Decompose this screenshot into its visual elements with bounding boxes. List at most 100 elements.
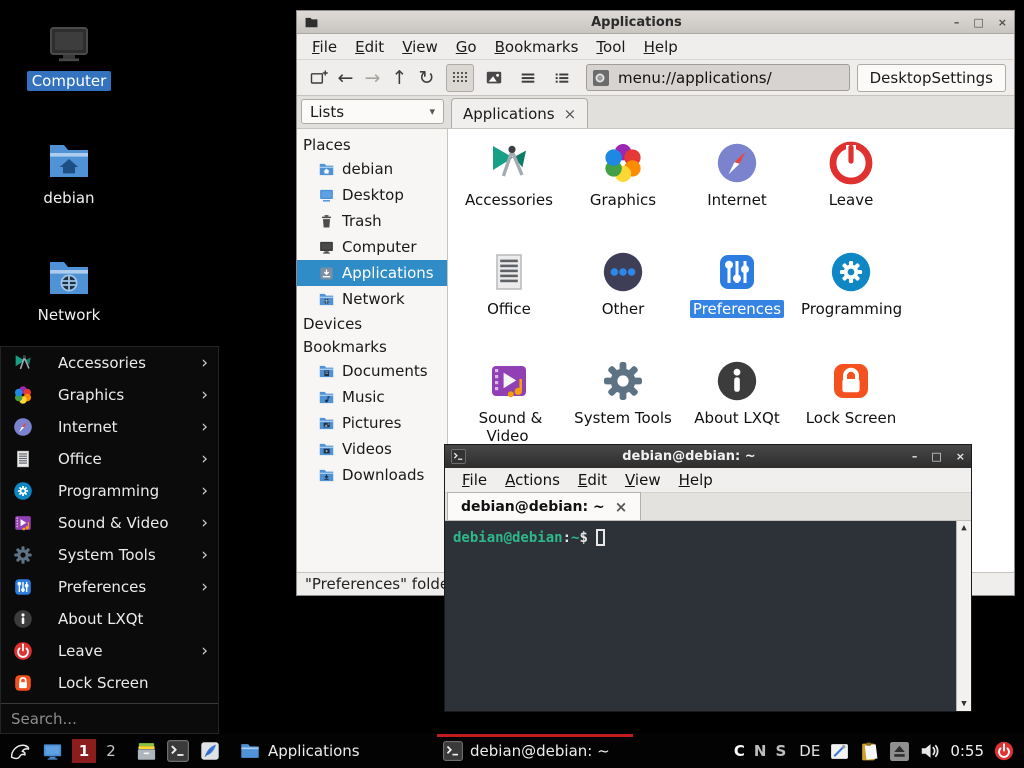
- term-menu-edit[interactable]: Edit: [569, 469, 616, 491]
- file-manager-launcher-icon[interactable]: [133, 738, 159, 764]
- new-tab-icon[interactable]: [305, 64, 332, 91]
- start-menu-button[interactable]: [7, 738, 33, 764]
- menu-item-lock-screen[interactable]: Lock Screen: [1, 667, 218, 699]
- menu-item-office[interactable]: Office ›: [1, 443, 218, 475]
- reload-icon[interactable]: ↻: [413, 64, 440, 91]
- term-menu-help[interactable]: Help: [670, 469, 722, 491]
- app-item-internet[interactable]: Internet: [684, 139, 790, 209]
- menu-item-about-lxqt[interactable]: About LXQt: [1, 603, 218, 635]
- home-folder-icon: [45, 137, 93, 185]
- app-item-about-lxqt[interactable]: About LXQt: [684, 357, 790, 427]
- icon-view-toggle[interactable]: [446, 64, 474, 92]
- fm-menu-view[interactable]: View: [393, 36, 447, 58]
- tab-close-icon[interactable]: ×: [564, 105, 577, 123]
- desktop-pager-icon[interactable]: [39, 738, 65, 764]
- clock[interactable]: 0:55: [950, 742, 984, 760]
- app-item-graphics[interactable]: Graphics: [570, 139, 676, 209]
- fm-menu-bookmarks[interactable]: Bookmarks: [486, 36, 588, 58]
- keyboard-layout-indicator[interactable]: DE: [799, 742, 820, 760]
- up-icon[interactable]: ↑: [386, 64, 413, 91]
- minimize-button[interactable]: –: [954, 17, 960, 28]
- detailed-list-view-icon[interactable]: [514, 64, 542, 92]
- back-icon[interactable]: ←: [332, 64, 359, 91]
- clipboard-tray-icon[interactable]: [859, 741, 880, 762]
- app-item-leave[interactable]: Leave: [798, 139, 904, 209]
- removable-media-tray-icon[interactable]: [889, 741, 910, 762]
- computer-icon: [45, 20, 93, 68]
- scroll-lock-indicator[interactable]: S: [775, 742, 786, 760]
- menu-item-sound-video[interactable]: Sound & Video ›: [1, 507, 218, 539]
- app-item-sound-video[interactable]: Sound & Video: [456, 357, 562, 445]
- desktop-icon-debian-home[interactable]: debian: [21, 137, 117, 207]
- sidebar-item-computer[interactable]: Computer: [297, 234, 447, 260]
- caps-lock-indicator[interactable]: C: [734, 742, 745, 760]
- desktop-icon-computer[interactable]: Computer: [21, 20, 117, 90]
- task-button-terminal[interactable]: debian@debian: ~: [437, 734, 633, 768]
- pictures-folder-icon: [318, 415, 335, 432]
- sidebar-item-desktop[interactable]: Desktop: [297, 182, 447, 208]
- power-tray-icon[interactable]: [993, 740, 1015, 762]
- fm-menu-tool[interactable]: Tool: [587, 36, 634, 58]
- terminal-launcher-icon[interactable]: [165, 738, 191, 764]
- app-item-accessories[interactable]: Accessories: [456, 139, 562, 209]
- task-button-applications[interactable]: Applications: [233, 734, 433, 768]
- menu-item-preferences[interactable]: Preferences ›: [1, 571, 218, 603]
- sidebar-item-downloads[interactable]: Downloads: [297, 462, 447, 488]
- thumbnail-view-icon[interactable]: [480, 64, 508, 92]
- tab-applications[interactable]: Applications ×: [451, 98, 588, 128]
- sidebar-item-trash[interactable]: Trash: [297, 208, 447, 234]
- menu-item-programming[interactable]: Programming ›: [1, 475, 218, 507]
- maximize-button[interactable]: □: [931, 451, 941, 462]
- workspace-1-button[interactable]: 1: [72, 739, 96, 763]
- minimize-button[interactable]: –: [912, 451, 918, 462]
- fm-titlebar: Applications – □ ×: [297, 11, 1014, 34]
- close-button[interactable]: ×: [998, 17, 1007, 28]
- menu-item-internet[interactable]: Internet ›: [1, 411, 218, 443]
- compact-list-view-icon[interactable]: [548, 64, 576, 92]
- volume-tray-icon[interactable]: [919, 740, 941, 762]
- fm-menu-go[interactable]: Go: [447, 36, 486, 58]
- address-value: menu://applications/: [618, 69, 772, 87]
- maximize-button[interactable]: □: [973, 17, 983, 28]
- desktop-icon-network[interactable]: Network: [21, 254, 117, 324]
- terminal-scrollbar[interactable]: ▲ ▼: [956, 521, 971, 711]
- sidebar-item-videos[interactable]: Videos: [297, 436, 447, 462]
- sidebar-item-network[interactable]: Network: [297, 286, 447, 312]
- term-menu-file[interactable]: File: [453, 469, 496, 491]
- terminal-screen[interactable]: debian@debian:~$ ▲ ▼: [445, 521, 971, 711]
- sidebar-item-documents[interactable]: Documents: [297, 358, 447, 384]
- app-item-programming[interactable]: Programming: [798, 248, 904, 318]
- num-lock-indicator[interactable]: N: [754, 742, 767, 760]
- address-bar[interactable]: menu://applications/: [586, 64, 850, 91]
- forward-icon[interactable]: →: [359, 64, 386, 91]
- sidebar-item-pictures[interactable]: Pictures: [297, 410, 447, 436]
- term-menu-view[interactable]: View: [616, 469, 670, 491]
- menu-item-graphics[interactable]: Graphics ›: [1, 379, 218, 411]
- fm-menu-file[interactable]: File: [303, 36, 346, 58]
- menu-item-system-tools[interactable]: System Tools ›: [1, 539, 218, 571]
- sidebar-item-applications[interactable]: Applications: [297, 260, 447, 286]
- workspace-2-button[interactable]: 2: [99, 739, 123, 763]
- close-button[interactable]: ×: [956, 451, 965, 462]
- app-item-office[interactable]: Office: [456, 248, 562, 318]
- term-menu-actions[interactable]: Actions: [496, 469, 569, 491]
- sidebar-mode-select[interactable]: Lists ▾: [301, 99, 444, 124]
- menu-item-leave[interactable]: Leave ›: [1, 635, 218, 667]
- menu-item-accessories[interactable]: Accessories ›: [1, 347, 218, 379]
- scroll-down-icon[interactable]: ▼: [961, 699, 966, 709]
- fm-menu-help[interactable]: Help: [635, 36, 687, 58]
- sidebar-item-debian[interactable]: debian: [297, 156, 447, 182]
- menu-search-input[interactable]: Search...: [1, 703, 218, 733]
- screenshot-tray-icon[interactable]: [829, 741, 850, 762]
- desktop-settings-button[interactable]: DesktopSettings: [857, 64, 1006, 92]
- text-editor-launcher-icon[interactable]: [197, 738, 223, 764]
- app-item-other[interactable]: Other: [570, 248, 676, 318]
- app-item-preferences[interactable]: Preferences: [684, 248, 790, 318]
- app-item-system-tools[interactable]: System Tools: [570, 357, 676, 427]
- scroll-up-icon[interactable]: ▲: [961, 523, 966, 533]
- terminal-tab[interactable]: debian@debian: ~ ×: [447, 492, 641, 520]
- sidebar-item-music[interactable]: Music: [297, 384, 447, 410]
- fm-menu-edit[interactable]: Edit: [346, 36, 393, 58]
- tab-close-icon[interactable]: ×: [615, 498, 628, 516]
- app-item-lock-screen[interactable]: Lock Screen: [798, 357, 904, 427]
